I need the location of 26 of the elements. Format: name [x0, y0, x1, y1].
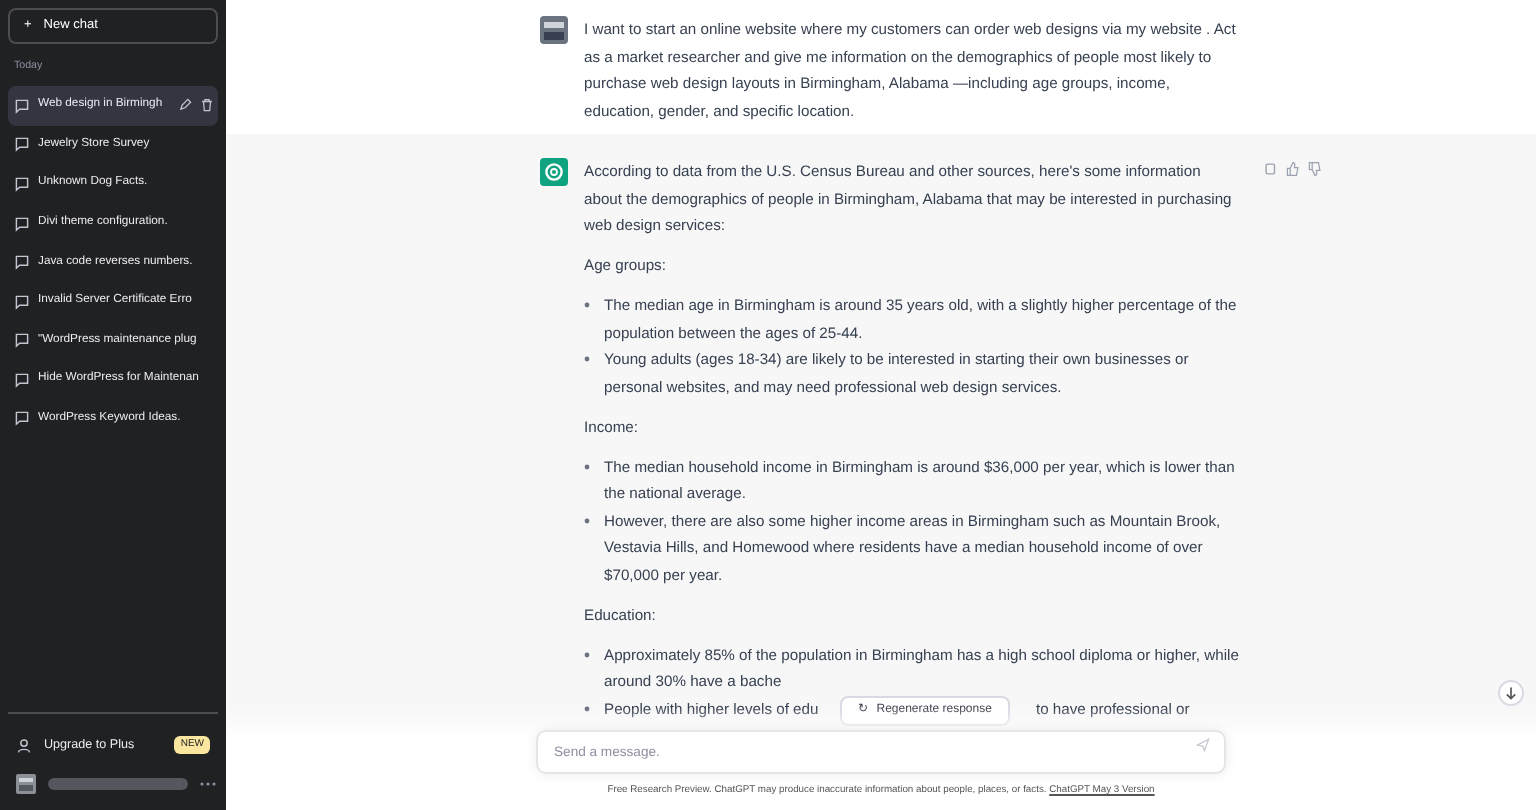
user-avatar-icon	[540, 16, 568, 44]
bullet-icon	[584, 651, 590, 657]
bullet-icon	[584, 517, 590, 523]
chat-bubble-icon	[14, 410, 30, 427]
assistant-avatar-icon	[540, 158, 568, 186]
more-options-icon[interactable]	[200, 779, 216, 787]
account-name-blurred	[48, 777, 188, 789]
chat-bubble-icon	[14, 136, 30, 153]
edit-icon[interactable]	[178, 98, 193, 113]
chat-bubble-icon	[14, 293, 30, 310]
chat-bubble-icon	[14, 97, 30, 114]
chat-bubble-icon	[14, 371, 30, 388]
bullet-icon	[584, 356, 590, 362]
bullet-icon	[584, 302, 590, 308]
arrow-down-icon	[1504, 686, 1518, 700]
account-avatar-icon	[16, 773, 36, 793]
delete-icon[interactable]	[200, 98, 215, 113]
bullet-icon	[584, 463, 590, 469]
chat-bubble-icon	[14, 175, 30, 192]
thumbs-up-icon[interactable]	[1286, 162, 1300, 176]
chat-bubble-icon	[14, 215, 30, 232]
chat-bubble-icon	[14, 332, 30, 349]
user-icon	[16, 737, 32, 753]
chat-bubble-icon	[14, 254, 30, 271]
thumbs-down-icon[interactable]	[1308, 162, 1322, 176]
bullet-icon	[584, 705, 590, 711]
